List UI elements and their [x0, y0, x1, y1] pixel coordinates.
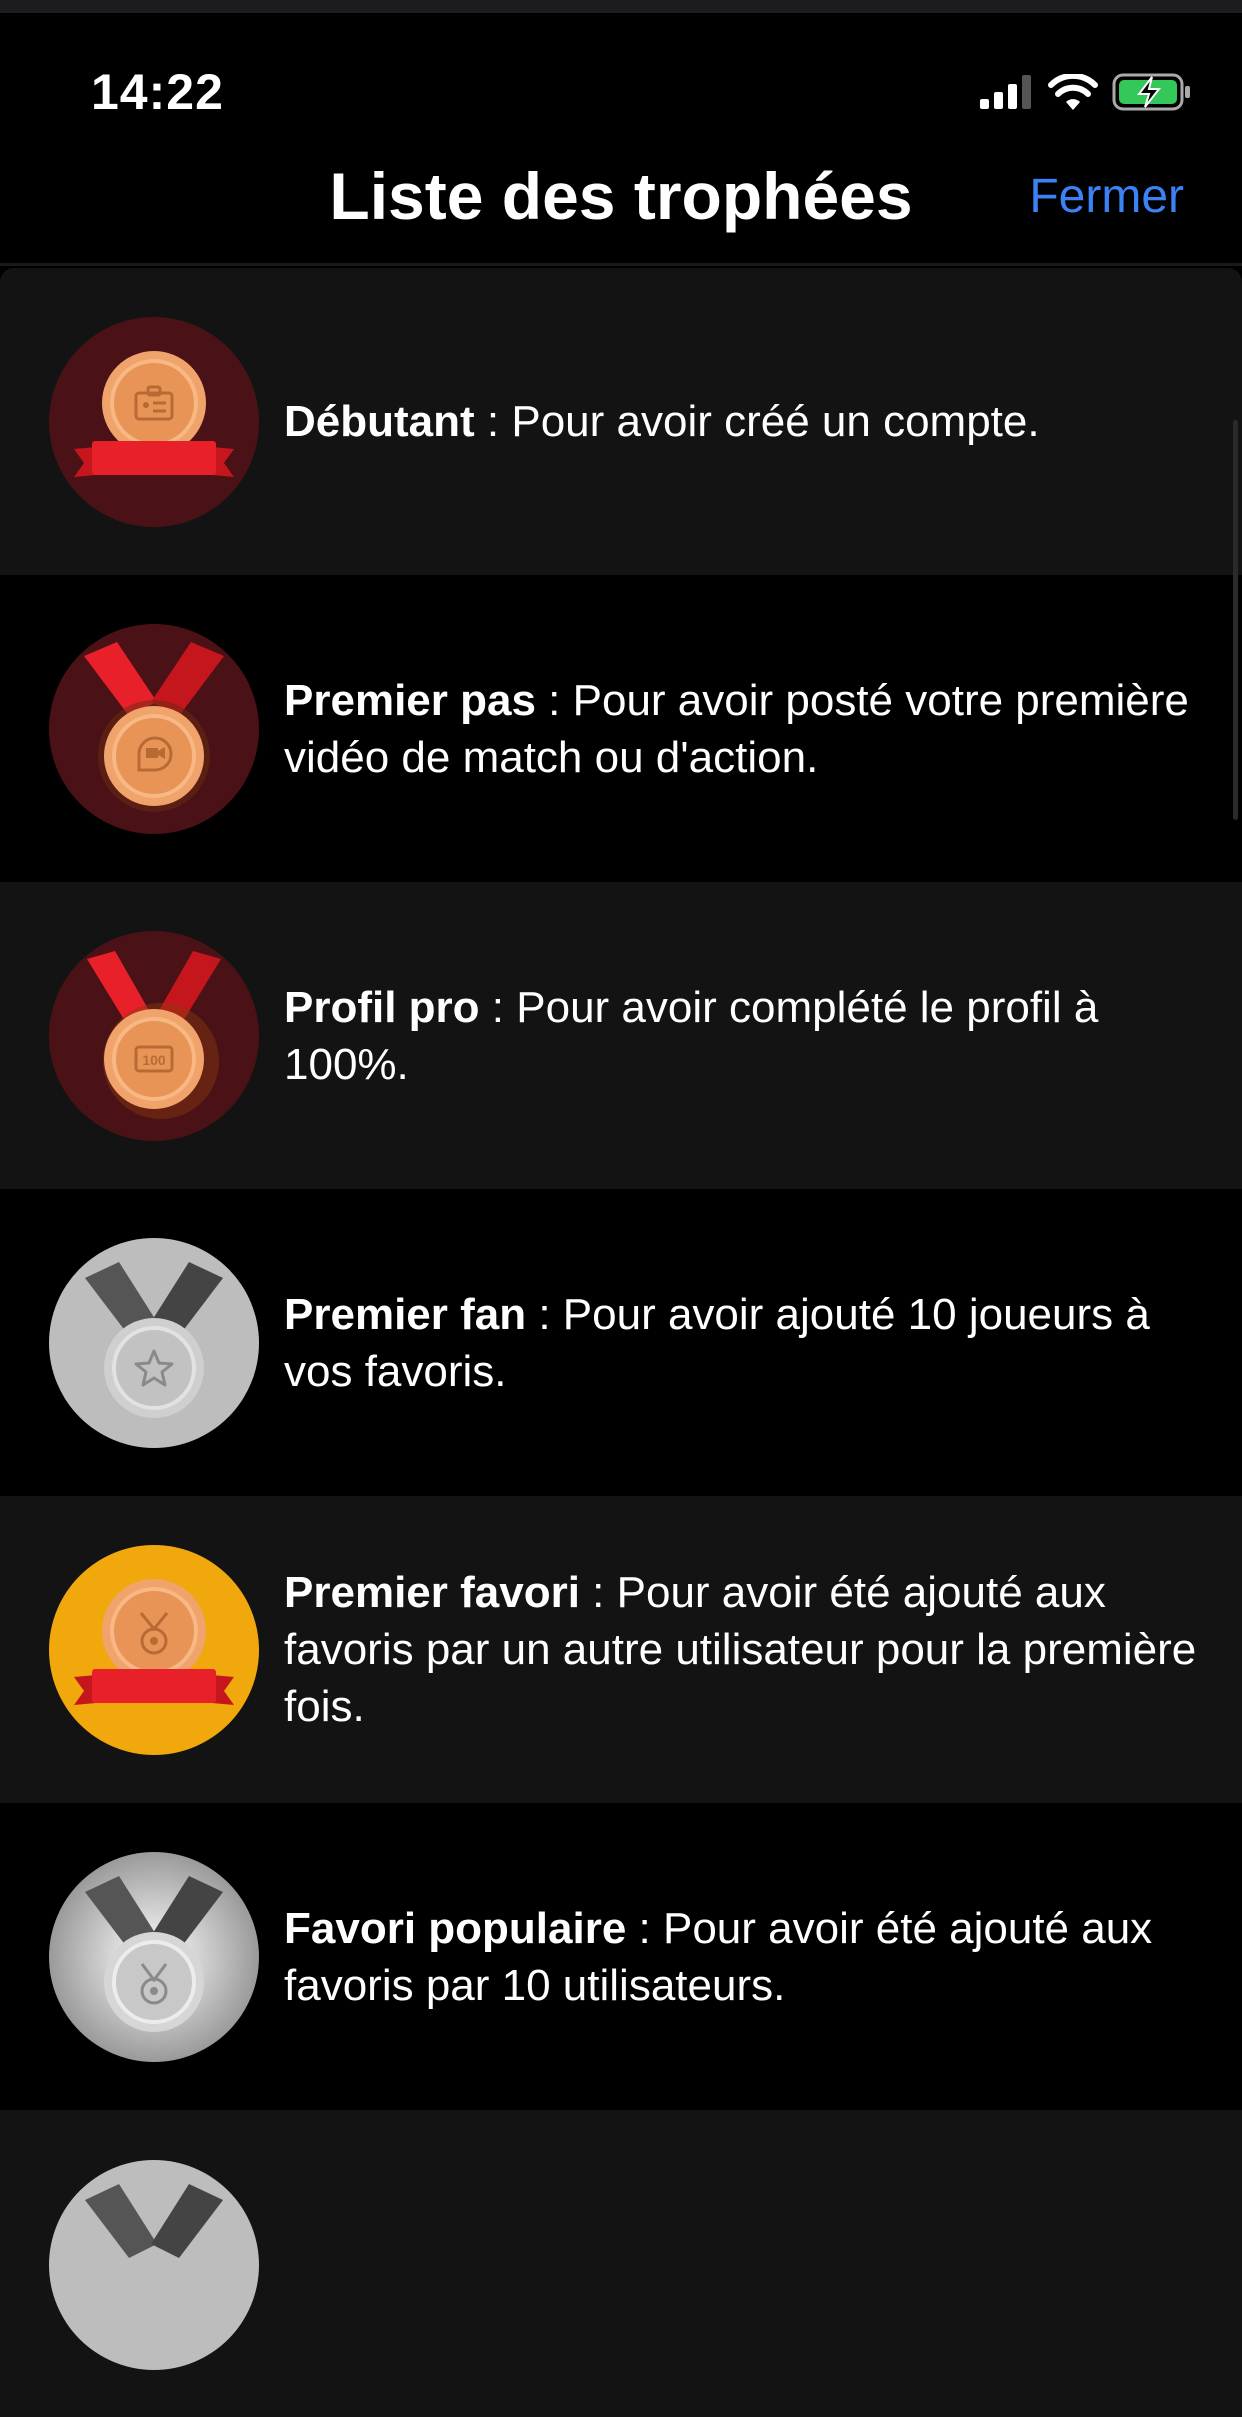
- trophy-separator: :: [535, 675, 573, 725]
- trophy-row: [0, 2110, 1242, 2417]
- trophy-text: Favori populaire : Pour avoir été ajouté…: [284, 1900, 1202, 2014]
- trophy-separator: :: [626, 1903, 663, 1953]
- svg-text:100: 100: [142, 1052, 166, 1068]
- trophy-name: Premier fan: [284, 1289, 527, 1339]
- trophy-separator: :: [526, 1289, 563, 1339]
- trophy-name: Profil pro: [284, 982, 480, 1032]
- status-icons: [980, 72, 1192, 116]
- trophy-description: Pour avoir créé un compte.: [511, 397, 1040, 446]
- trophy-row: Débutant : Pour avoir créé un compte.: [0, 268, 1242, 575]
- silver-medal-star-icon: [49, 1237, 259, 1448]
- silver-medal-icon: [49, 2160, 259, 2370]
- trophy-list: Débutant : Pour avoir créé un compte. Pr…: [0, 268, 1242, 2417]
- trophy-separator: :: [474, 397, 512, 446]
- trophy-row: Premier pas : Pour avoir posté votre pre…: [0, 575, 1242, 882]
- trophy-separator: :: [579, 1568, 617, 1617]
- trophy-separator: :: [479, 982, 517, 1032]
- trophy-row: Premier fan : Pour avoir ajouté 10 joueu…: [0, 1189, 1242, 1496]
- bronze-medal-video-icon: [49, 623, 259, 834]
- trophy-text: Premier pas : Pour avoir posté votre pre…: [284, 672, 1202, 786]
- trophy-text: Profil pro : Pour avoir complété le prof…: [284, 979, 1202, 1093]
- scroll-indicator[interactable]: [1233, 420, 1238, 820]
- close-button[interactable]: Fermer: [1029, 169, 1184, 224]
- bronze-medal-banner-icon: [49, 316, 259, 527]
- trophy-text: Premier fan : Pour avoir ajouté 10 joueu…: [284, 1286, 1202, 1400]
- trophy-name: Premier favori: [284, 1568, 580, 1617]
- battery-charging-icon: [1112, 73, 1192, 116]
- trophy-row: Premier favori : Pour avoir été ajouté a…: [0, 1496, 1242, 1803]
- trophy-text: Premier favori : Pour avoir été ajouté a…: [284, 1564, 1202, 1735]
- trophy-row: Favori populaire : Pour avoir été ajouté…: [0, 1803, 1242, 2110]
- nav-bar: Liste des trophées Fermer: [0, 123, 1242, 266]
- trophy-text: Débutant : Pour avoir créé un compte.: [284, 393, 1202, 450]
- trophy-name: Favori populaire: [284, 1903, 627, 1953]
- wifi-icon: [1048, 72, 1098, 115]
- trophy-row: 100 Profil pro : Pour avoir complété le …: [0, 882, 1242, 1189]
- status-bar: 14:22: [0, 13, 1242, 123]
- trophy-name: Débutant: [284, 397, 475, 446]
- bronze-medal-100-icon: 100: [49, 930, 259, 1141]
- silver-medal-award-icon: [49, 1851, 259, 2062]
- bronze-medal-award-icon: [49, 1544, 259, 1755]
- status-time: 14:22: [91, 64, 224, 120]
- signal-icon: [980, 75, 1034, 114]
- trophy-name: Premier pas: [284, 675, 536, 725]
- top-strip: [0, 0, 1242, 13]
